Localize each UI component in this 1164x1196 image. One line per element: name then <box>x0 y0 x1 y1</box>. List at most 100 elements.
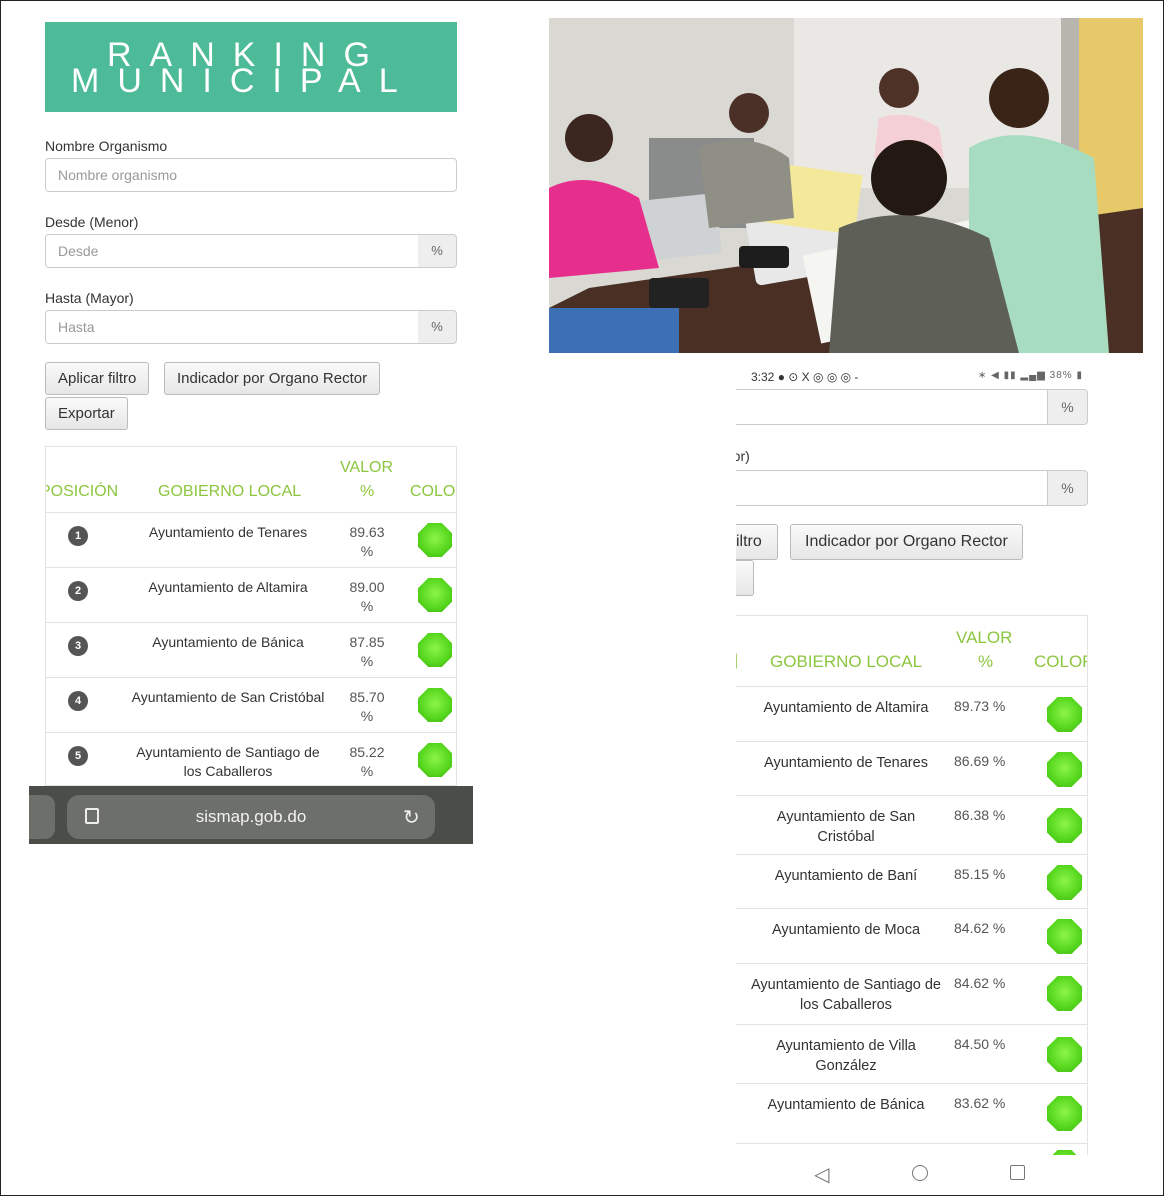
browser-url-bar: sismap.gob.do ↻ <box>29 786 473 844</box>
position-badge: 4 <box>68 691 88 711</box>
header-position: POSICIÓN <box>45 483 119 500</box>
gov-value: 85.15 % <box>954 866 1006 882</box>
indicator-button[interactable]: Indicador por Organo Rector <box>164 362 381 395</box>
meeting-photo <box>549 18 1143 353</box>
gov-name: Ayuntamiento de Santiago de los Caballer… <box>136 744 320 779</box>
gov-value: 84.50 % <box>954 1036 1006 1052</box>
url-field[interactable]: sismap.gob.do ↻ <box>67 795 435 839</box>
position-badge: 2 <box>68 581 88 601</box>
back-icon[interactable]: ◁ <box>814 1162 829 1187</box>
gov-name: Ayuntamiento de Villa González <box>776 1038 916 1074</box>
table-row: Ayuntamiento de Moca 84.62 % <box>736 908 1087 963</box>
gov-value: 85.70% <box>349 689 385 724</box>
header-gov: GOBIERNO LOCAL <box>158 483 302 500</box>
desde-percent-addon: % <box>1047 389 1088 425</box>
gov-value: 84.62 % <box>954 975 1006 991</box>
gov-value: 89.73 % <box>954 698 1006 714</box>
green-indicator-icon <box>1047 919 1082 954</box>
green-indicator-icon <box>418 743 452 777</box>
table-row: 4 Ayuntamiento de San Cristóbal 85.70% <box>46 677 456 732</box>
hasta-input-partial[interactable] <box>736 470 1048 506</box>
table-row: 2 Ayuntamiento de Altamira 89.00% <box>46 567 456 622</box>
table-row: Ayuntamiento de Santiago de los Caballer… <box>736 963 1087 1024</box>
hasta-label: Hasta (Mayor) <box>45 290 134 306</box>
url-text: sismap.gob.do <box>195 807 307 826</box>
gov-name: Ayuntamiento de Altamira <box>148 579 308 595</box>
indicator-button[interactable]: Indicador por Organo Rector <box>790 524 1023 560</box>
green-indicator-icon <box>418 688 452 722</box>
ranking-table: | GOBIERNO LOCAL VALOR % COLOR Ayuntamie… <box>736 615 1088 1155</box>
hasta-input[interactable]: Hasta <box>45 310 419 344</box>
apply-filter-button-partial[interactable]: iltro <box>736 524 778 560</box>
export-button-partial[interactable] <box>736 560 754 596</box>
gov-name: Ayuntamiento de Baní <box>774 868 918 884</box>
table-row: Ayuntamiento de Baní 85.15 % <box>736 854 1087 908</box>
green-indicator-icon <box>1047 697 1082 732</box>
table-row-partial <box>736 1143 1087 1155</box>
gov-name: Ayuntamiento de Bánica <box>152 634 304 650</box>
ranking-table: POSICIÓN GOBIERNO LOCAL VALOR % COLOR 1 … <box>45 446 457 786</box>
gov-value: 84.62 % <box>954 920 1006 936</box>
table-row: 1 Ayuntamiento de Tenares 89.63% <box>46 512 456 567</box>
header-color: COLOR <box>410 483 456 500</box>
table-row: Ayuntamiento de San Cristóbal 86.38 % <box>736 795 1087 854</box>
gov-name: Ayuntamiento de Tenares <box>764 755 928 771</box>
gov-value: 86.69 % <box>954 753 1006 769</box>
gov-name: Ayuntamiento de San Cristóbal <box>131 689 325 705</box>
position-badge: 3 <box>68 636 88 656</box>
green-indicator-icon <box>1047 1037 1082 1072</box>
table-row: 5 Ayuntamiento de Santiago de los Caball… <box>46 732 456 785</box>
battery-level: 38% <box>1049 370 1073 381</box>
recent-apps-icon[interactable] <box>1010 1165 1025 1180</box>
desde-percent-addon: % <box>418 234 457 268</box>
gov-name: Ayuntamiento de San Cristóbal <box>776 809 916 845</box>
table-row: 3 Ayuntamiento de Bánica 87.85% <box>46 622 456 677</box>
desde-input-partial[interactable] <box>736 389 1048 425</box>
android-nav-bar: ◁ <box>736 1156 1088 1192</box>
gov-value: 83.62 % <box>954 1095 1006 1111</box>
position-badge: 5 <box>68 746 88 766</box>
gov-name: Ayuntamiento de Tenares <box>148 524 308 540</box>
gov-value: 89.00% <box>349 579 385 614</box>
hasta-percent-addon: % <box>1047 470 1088 506</box>
green-indicator-icon <box>418 633 452 667</box>
status-time: 3:32 ● ⊙ X ◎ ◎ ◎ - <box>751 370 859 384</box>
gov-name: Ayuntamiento de Moca <box>771 922 921 938</box>
nombre-label: Nombre Organismo <box>45 138 168 154</box>
meeting-photo-illustration <box>549 18 1143 353</box>
green-indicator-icon <box>1047 865 1082 900</box>
header-color: COLOR <box>1034 652 1087 671</box>
ranking-municipal-logo: RANKING MUNICIPAL <box>45 22 457 112</box>
reload-icon[interactable]: ↻ <box>403 805 420 830</box>
desde-input[interactable]: Desde <box>45 234 419 268</box>
desde-label: Desde (Menor) <box>45 214 139 230</box>
logo-line-2: MUNICIPAL <box>71 62 416 100</box>
hasta-percent-addon: % <box>418 310 457 344</box>
gov-value: 85.22% <box>349 744 385 779</box>
right-phone-screenshot: 3:32 ● ⊙ X ◎ ◎ ◎ - ∗ ◀ ▮▮ ▂▄▆ 38% ▮ % 'o… <box>736 356 1088 1192</box>
gov-value: 86.38 % <box>954 807 1006 823</box>
left-screenshot: RANKING MUNICIPAL Nombre Organismo Nombr… <box>29 10 473 844</box>
status-app-icons: ● ⊙ X ◎ ◎ ◎ - <box>777 370 859 384</box>
table-row: Ayuntamiento de Bánica 83.62 % <box>736 1083 1087 1143</box>
header-value-2: % <box>978 652 994 671</box>
export-button[interactable]: Exportar <box>45 397 128 430</box>
nombre-input[interactable]: Nombre organismo <box>45 158 457 192</box>
table-row: Ayuntamiento de Altamira 89.73 % <box>736 686 1087 741</box>
green-indicator-icon <box>1047 752 1082 787</box>
hasta-label-partial: 'or) <box>736 448 750 464</box>
table-row: Ayuntamiento de Villa González 84.50 % <box>736 1024 1087 1083</box>
gov-name: Ayuntamiento de Altamira <box>763 700 929 716</box>
apply-filter-button[interactable]: Aplicar filtro <box>45 362 150 395</box>
status-signal-icons: ∗ ◀ ▮▮ ▂▄▆ 38% ▮ <box>978 370 1083 381</box>
gov-name: Ayuntamiento de Bánica <box>767 1097 925 1113</box>
header-position-edge: | <box>736 652 738 670</box>
previous-tab-pill[interactable] <box>29 795 55 839</box>
gov-name: Ayuntamiento de Santiago de los Caballer… <box>751 977 941 1013</box>
gov-value: 87.85% <box>349 634 385 669</box>
header-value-1: VALOR <box>340 459 394 476</box>
home-icon[interactable] <box>912 1165 928 1181</box>
green-indicator-icon <box>1047 808 1082 843</box>
header-value-2: % <box>360 483 375 500</box>
green-indicator-icon <box>418 578 452 612</box>
